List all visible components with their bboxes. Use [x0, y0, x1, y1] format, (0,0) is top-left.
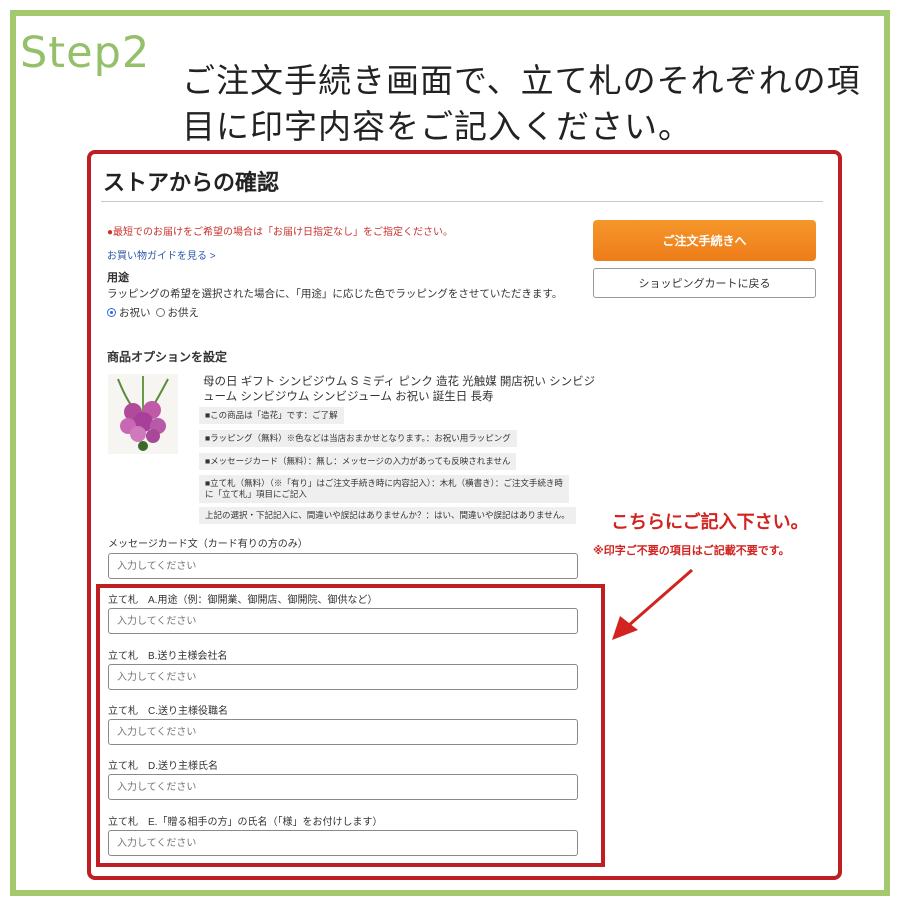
callout-text: こちらにご記入下さい。 [611, 512, 809, 533]
shopping-guide-link[interactable]: お買い物ガイドを見る > [107, 247, 216, 262]
arrow-icon [612, 568, 693, 640]
product-image [108, 374, 178, 454]
delivery-notice: ●最短でのお届けをご希望の場合は「お届け日指定なし」をご指定ください。 [107, 227, 454, 238]
options-title: 商品オプションを設定 [107, 350, 228, 364]
product-name[interactable]: 母の日 ギフト シンビジウム S ミディ ピンク 造花 光触媒 開店祝い シンビ… [203, 375, 603, 405]
signboard-fields-highlight [96, 584, 605, 867]
checkout-button[interactable]: ご注文手続きへ [593, 220, 816, 261]
usage-label: 用途 [107, 272, 129, 284]
radio-offering-label[interactable]: お供え [168, 305, 200, 320]
field-label-message-card: メッセージカード文（カード有りの方のみ） [108, 539, 308, 550]
option-row-wrapping: ■ラッピング（無料）※色などは当店おまかせとなります。：お祝い用ラッピング [199, 430, 517, 447]
radio-offering[interactable] [155, 308, 165, 317]
instruction-text: ご注文手続き画面で、立て札のそれぞれの項目に印字内容をご記入ください。 [182, 61, 861, 146]
option-row-confirmation: 上記の選択・下記記入に、間違いや誤記はありませんか？：はい、間違いや誤記はありま… [199, 507, 576, 524]
option-row-message-card: ■メッセージカード（無料）：無し：メッセージの入力があっても反映されません [199, 453, 517, 470]
message-card-input[interactable] [108, 553, 578, 579]
radio-celebration-label[interactable]: お祝い [119, 305, 151, 320]
usage-description: ラッピングの希望を選択された場合に、「用途」に応じた色でラッピングをさせていただ… [107, 288, 563, 300]
callout-note: ※印字ご不要の項目はご記載不要です。 [593, 544, 790, 557]
back-to-cart-button[interactable]: ショッピングカートに戻る [593, 268, 816, 298]
option-row-artificial: ■この商品は「造花」です：ご了解 [199, 407, 344, 424]
radio-celebration[interactable] [107, 308, 116, 317]
step-label: Step2 [20, 28, 151, 78]
usage-radio-group: お祝い お供え [107, 305, 199, 320]
panel-title: ストアからの確認 [103, 170, 280, 195]
option-row-signboard: ■立て札（無料）（※「有り」はご注文手続き時に内容記入）：木札（横書き）：ご注文… [199, 475, 569, 503]
title-divider [101, 201, 823, 202]
